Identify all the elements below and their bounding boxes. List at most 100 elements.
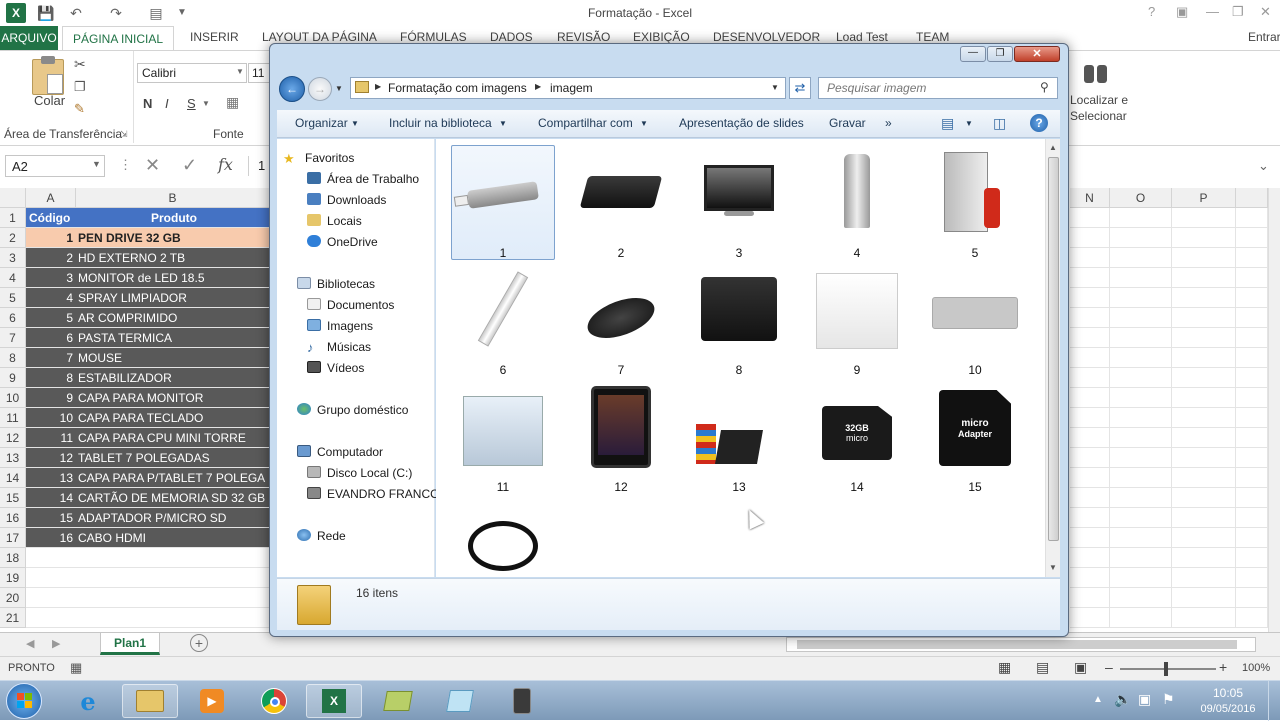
grid-cell[interactable] <box>1070 588 1110 608</box>
normal-view-icon[interactable]: ▦ <box>998 659 1011 676</box>
grid-cell[interactable] <box>1172 568 1236 588</box>
cell-produto[interactable]: HD EXTERNO 2 TB <box>76 248 270 268</box>
cell-produto[interactable]: Produto <box>76 208 270 228</box>
grid-cell[interactable] <box>1172 508 1236 528</box>
cell-codigo[interactable]: 1 <box>26 228 76 248</box>
grid-cell[interactable] <box>1110 408 1172 428</box>
cell-codigo[interactable]: 11 <box>26 428 76 448</box>
cell-codigo[interactable]: 12 <box>26 448 76 468</box>
cell-produto[interactable]: AR COMPRIMIDO <box>76 308 270 328</box>
zoom-out-button[interactable]: – <box>1105 659 1113 675</box>
row-header[interactable]: 2 <box>0 228 26 248</box>
cell-codigo[interactable]: 2 <box>26 248 76 268</box>
search-icon[interactable]: ⚲ <box>1040 80 1049 94</box>
grid-cell[interactable] <box>1172 588 1236 608</box>
taskbar-media-icon[interactable]: ▶ <box>184 684 240 718</box>
nav-favorites[interactable]: ★ Favoritos <box>283 151 354 167</box>
grid-cell[interactable] <box>1236 348 1268 368</box>
taskbar-notes-icon[interactable] <box>432 684 488 718</box>
cell-produto[interactable]: CAPA PARA P/TABLET 7 POLEGA <box>76 468 270 488</box>
burn-button[interactable]: Gravar <box>829 116 866 130</box>
explorer-close-icon[interactable]: ✕ <box>1014 46 1060 62</box>
grid-cell[interactable] <box>1070 208 1110 228</box>
grid-cell[interactable] <box>1110 368 1172 388</box>
grid-cell[interactable] <box>1110 248 1172 268</box>
include-library-chevron-icon[interactable]: ▼ <box>499 119 507 128</box>
grid-cell[interactable] <box>1110 208 1172 228</box>
cell-codigo[interactable]: 14 <box>26 488 76 508</box>
column-header-b[interactable]: B <box>76 188 270 208</box>
network-icon[interactable]: ▣ <box>1138 691 1151 708</box>
grid-cell[interactable] <box>1236 308 1268 328</box>
nav-network[interactable]: Rede <box>297 529 346 543</box>
explorer-minimize-icon[interactable]: — <box>960 46 986 62</box>
grid-cell[interactable] <box>1110 528 1172 548</box>
grid-cell[interactable] <box>1070 248 1110 268</box>
underline-button[interactable]: S <box>187 96 196 111</box>
column-header-o[interactable]: O <box>1110 188 1172 208</box>
grid-cell[interactable] <box>1236 468 1268 488</box>
tab-inserir[interactable]: INSERIR <box>190 30 239 44</box>
back-button[interactable]: ← <box>279 76 305 102</box>
row-header[interactable]: 14 <box>0 468 26 488</box>
tab-dados[interactable]: DADOS <box>490 30 533 44</box>
recent-pages-chevron-icon[interactable]: ▼ <box>335 84 343 93</box>
explorer-maximize-icon[interactable]: ❐ <box>987 46 1013 62</box>
page-break-view-icon[interactable]: ▣ <box>1074 659 1087 676</box>
nav-desktop[interactable]: Área de Trabalho <box>307 172 419 186</box>
nav-evandro[interactable]: EVANDRO FRANCO <box>307 487 439 501</box>
grid-cell[interactable] <box>1236 268 1268 288</box>
breadcrumb-item[interactable]: Formatação com imagens <box>388 81 527 95</box>
cell-codigo[interactable] <box>26 588 76 608</box>
select-all-corner[interactable] <box>0 188 26 208</box>
restore-icon[interactable]: ❐ <box>1232 4 1244 20</box>
binoculars-icon[interactable] <box>1084 59 1108 85</box>
tab-desenvolvedor[interactable]: DESENVOLVEDOR <box>713 30 820 44</box>
grid-cell[interactable] <box>1110 428 1172 448</box>
grid-cell[interactable] <box>1172 528 1236 548</box>
help-icon[interactable]: ? <box>1030 114 1048 132</box>
cell-codigo[interactable]: 6 <box>26 328 76 348</box>
cell-codigo[interactable]: 9 <box>26 388 76 408</box>
cell-codigo[interactable]: 13 <box>26 468 76 488</box>
sheet-scroll-right-icon[interactable]: ▶ <box>52 637 60 650</box>
grid-cell[interactable] <box>1236 368 1268 388</box>
format-painter-icon[interactable]: ✎ <box>74 101 85 117</box>
row-header[interactable]: 7 <box>0 328 26 348</box>
insert-function-button[interactable]: fx <box>218 155 233 174</box>
grid-cell[interactable] <box>1236 428 1268 448</box>
grid-cell[interactable] <box>1172 268 1236 288</box>
tab-pagina-inicial[interactable]: PÁGINA INICIAL <box>62 26 174 52</box>
taskbar-camera-icon[interactable] <box>494 684 550 718</box>
cell-produto[interactable]: CAPA PARA CPU MINI TORRE <box>76 428 270 448</box>
grid-cell[interactable] <box>1236 528 1268 548</box>
find-select-label-2[interactable]: Selecionar <box>1070 109 1127 123</box>
grid-cell[interactable] <box>1070 308 1110 328</box>
refresh-icon[interactable]: ⇄ <box>789 77 811 99</box>
grid-cell[interactable] <box>1236 328 1268 348</box>
italic-button[interactable]: I <box>165 96 169 111</box>
cell-produto[interactable]: CARTÃO DE MEMORIA SD 32 GB <box>76 488 270 508</box>
grid-cell[interactable] <box>1172 208 1236 228</box>
grid-cell[interactable] <box>1070 548 1110 568</box>
row-header[interactable]: 20 <box>0 588 26 608</box>
tab-exibicao[interactable]: EXIBIÇÃO <box>633 30 690 44</box>
grid-cell[interactable] <box>1236 408 1268 428</box>
nav-videos[interactable]: Vídeos <box>307 361 364 375</box>
clock-date[interactable]: 09/05/2016 <box>1194 703 1262 715</box>
grid-cell[interactable] <box>1172 608 1236 628</box>
organize-chevron-icon[interactable]: ▼ <box>351 119 359 128</box>
column-header-n[interactable]: N <box>1070 188 1110 208</box>
grid-cell[interactable] <box>1070 508 1110 528</box>
grid-cell[interactable] <box>1110 228 1172 248</box>
cell-produto[interactable] <box>76 608 270 628</box>
bold-button[interactable]: N <box>143 96 152 111</box>
cell-produto[interactable]: PEN DRIVE 32 GB <box>76 228 270 248</box>
row-header[interactable]: 18 <box>0 548 26 568</box>
close-icon[interactable]: ✕ <box>1260 4 1271 20</box>
cell-produto[interactable]: CAPA PARA MONITOR <box>76 388 270 408</box>
underline-chevron-icon[interactable]: ▼ <box>202 99 210 108</box>
column-header-p[interactable]: P <box>1172 188 1236 208</box>
name-box[interactable]: A2 <box>5 155 105 177</box>
grid-cell[interactable] <box>1110 388 1172 408</box>
